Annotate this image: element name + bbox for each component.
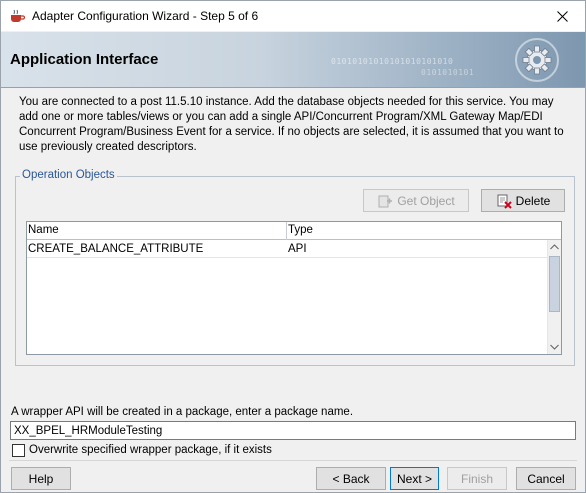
coffee-cup-icon xyxy=(9,9,26,23)
page-title: Application Interface xyxy=(10,51,159,68)
delete-button[interactable]: Delete xyxy=(481,189,565,212)
delete-icon xyxy=(496,193,512,209)
binary-decoration-2: 0101010101 xyxy=(421,68,475,77)
table-scrollbar[interactable] xyxy=(547,240,561,354)
chevron-down-icon xyxy=(550,344,559,350)
overwrite-option[interactable]: Overwrite specified wrapper package, if … xyxy=(12,443,272,457)
close-button[interactable] xyxy=(539,1,585,31)
next-button[interactable]: Next > xyxy=(390,467,439,490)
wrapper-package-label: A wrapper API will be created in a packa… xyxy=(11,406,354,418)
package-name-input[interactable] xyxy=(10,421,576,440)
column-header-type[interactable]: Type xyxy=(287,222,547,240)
get-object-label: Get Object xyxy=(397,193,455,208)
instructions-text: You are connected to a post 11.5.10 inst… xyxy=(19,96,564,153)
finish-button[interactable]: Finish xyxy=(447,467,507,490)
help-button[interactable]: Help xyxy=(11,467,71,490)
table-row[interactable]: CREATE_BALANCE_ATTRIBUTE API xyxy=(27,241,547,258)
column-header-name[interactable]: Name xyxy=(27,222,287,240)
wizard-window: Adapter Configuration Wizard - Step 5 of… xyxy=(0,0,586,493)
scroll-down-button[interactable] xyxy=(548,340,561,354)
chevron-up-icon xyxy=(550,244,559,250)
table-header: Name Type xyxy=(27,222,561,240)
operation-objects-table: Name Type CREATE_BALANCE_ATTRIBUTE API xyxy=(26,221,562,355)
add-object-icon xyxy=(377,193,393,209)
window-title: Adapter Configuration Wizard - Step 5 of… xyxy=(32,9,259,23)
cell-name: CREATE_BALANCE_ATTRIBUTE xyxy=(28,243,204,255)
get-object-button[interactable]: Get Object xyxy=(363,189,469,212)
delete-label: Delete xyxy=(515,193,551,208)
close-icon xyxy=(556,10,568,22)
operation-objects-legend: Operation Objects xyxy=(20,169,117,181)
footer-divider xyxy=(9,460,577,461)
header-banner: Application Interface 010101010101010101… xyxy=(1,32,585,88)
operation-objects-group: Operation Objects Get Object Delete Name… xyxy=(15,169,575,366)
gear-icon xyxy=(513,36,561,84)
binary-decoration: 01010101010101010101010 xyxy=(331,57,454,66)
cell-type: API xyxy=(288,243,307,255)
cancel-button[interactable]: Cancel xyxy=(516,467,576,490)
title-bar: Adapter Configuration Wizard - Step 5 of… xyxy=(1,1,585,31)
back-button[interactable]: < Back xyxy=(316,467,386,490)
overwrite-label: Overwrite specified wrapper package, if … xyxy=(29,444,272,456)
overwrite-checkbox[interactable] xyxy=(12,443,25,457)
scroll-thumb[interactable] xyxy=(549,256,560,312)
scroll-up-button[interactable] xyxy=(548,240,561,254)
